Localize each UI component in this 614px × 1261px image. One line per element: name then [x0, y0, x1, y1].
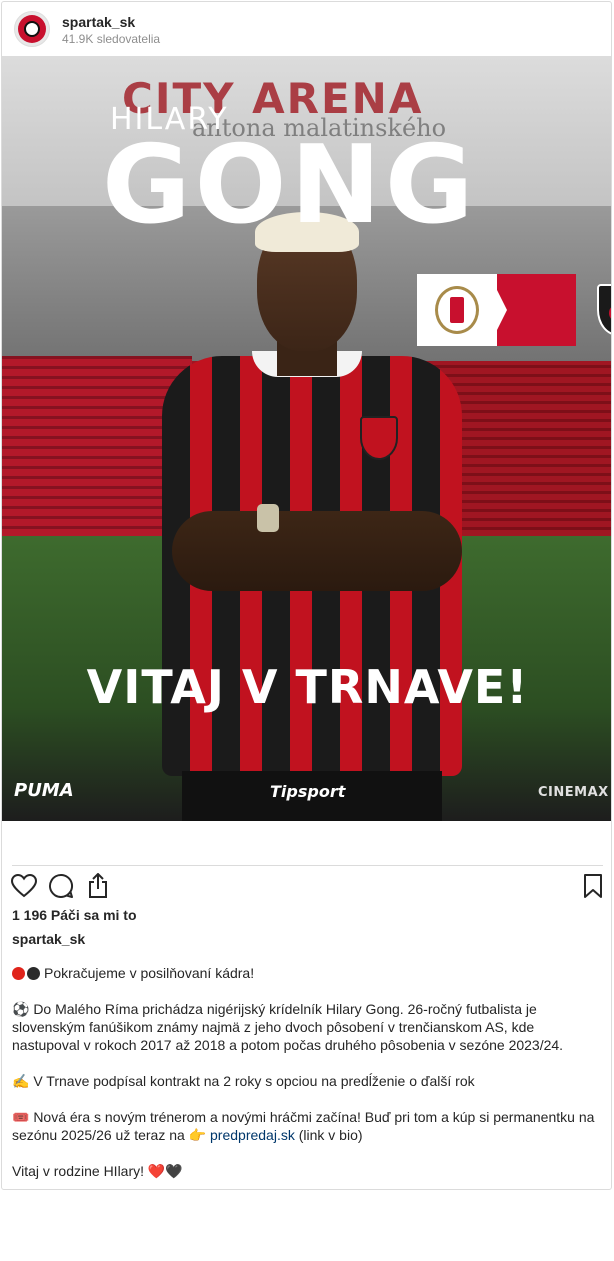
- caption-line: ⚽ Do Malého Ríma prichádza nigérijský kr…: [12, 1001, 564, 1053]
- player-last-name: GONG: [102, 123, 478, 248]
- transfer-arrow-icon: [489, 274, 507, 346]
- username-link[interactable]: spartak_sk: [62, 14, 135, 30]
- club-logo: [18, 15, 46, 43]
- club-badge: [360, 416, 398, 460]
- save-button[interactable]: [579, 872, 607, 900]
- share-button[interactable]: [84, 872, 112, 900]
- bookmark-icon: [584, 874, 602, 898]
- welcome-headline: VITAJ V TRNAVE!: [86, 660, 529, 714]
- followers-count: 41.9K sledovatelia: [62, 32, 161, 46]
- red-circle-icon: [12, 967, 25, 980]
- sponsor-cinemax-logo: CINEMAX: [538, 785, 609, 800]
- caption-username[interactable]: spartak_sk: [12, 931, 85, 947]
- post-image[interactable]: CITY ARENA antona malatinského HILARY GO…: [2, 56, 611, 821]
- post-caption: Pokračujeme v posilňovaní kádra! ⚽ Do Ma…: [12, 964, 602, 1189]
- ticket-link[interactable]: predpredaj.sk: [210, 1127, 295, 1143]
- caption-line: 🎟️ Nová éra s novým trénerom a novými hr…: [12, 1109, 595, 1143]
- previous-club-logo: [435, 286, 479, 334]
- instagram-post-card: spartak_sk 41.9K sledovatelia CITY ARENA…: [1, 1, 612, 1190]
- comment-button[interactable]: [47, 872, 75, 900]
- divider: [12, 865, 603, 866]
- caption-line: Vitaj v rodzine HIlary! ❤️🖤: [12, 1163, 183, 1179]
- comment-icon: [49, 873, 74, 898]
- avatar[interactable]: [14, 11, 50, 47]
- sponsor-puma-logo: PUMA: [14, 780, 74, 801]
- black-circle-icon: [27, 967, 40, 980]
- post-header: spartak_sk 41.9K sledovatelia: [2, 2, 611, 56]
- transfer-graphic: [417, 274, 611, 346]
- heart-icon: [11, 874, 37, 898]
- caption-line: ✍️ V Trnave podpísal kontrakt na 2 roky …: [12, 1073, 475, 1089]
- caption-line: Pokračujeme v posilňovaní kádra!: [12, 964, 602, 982]
- likes-count[interactable]: 1 196 Páči sa mi to: [12, 907, 137, 923]
- sponsor-tipsport-logo: Tipsport: [270, 782, 346, 801]
- action-bar: [2, 872, 611, 902]
- like-button[interactable]: [10, 872, 38, 900]
- share-icon: [89, 873, 107, 898]
